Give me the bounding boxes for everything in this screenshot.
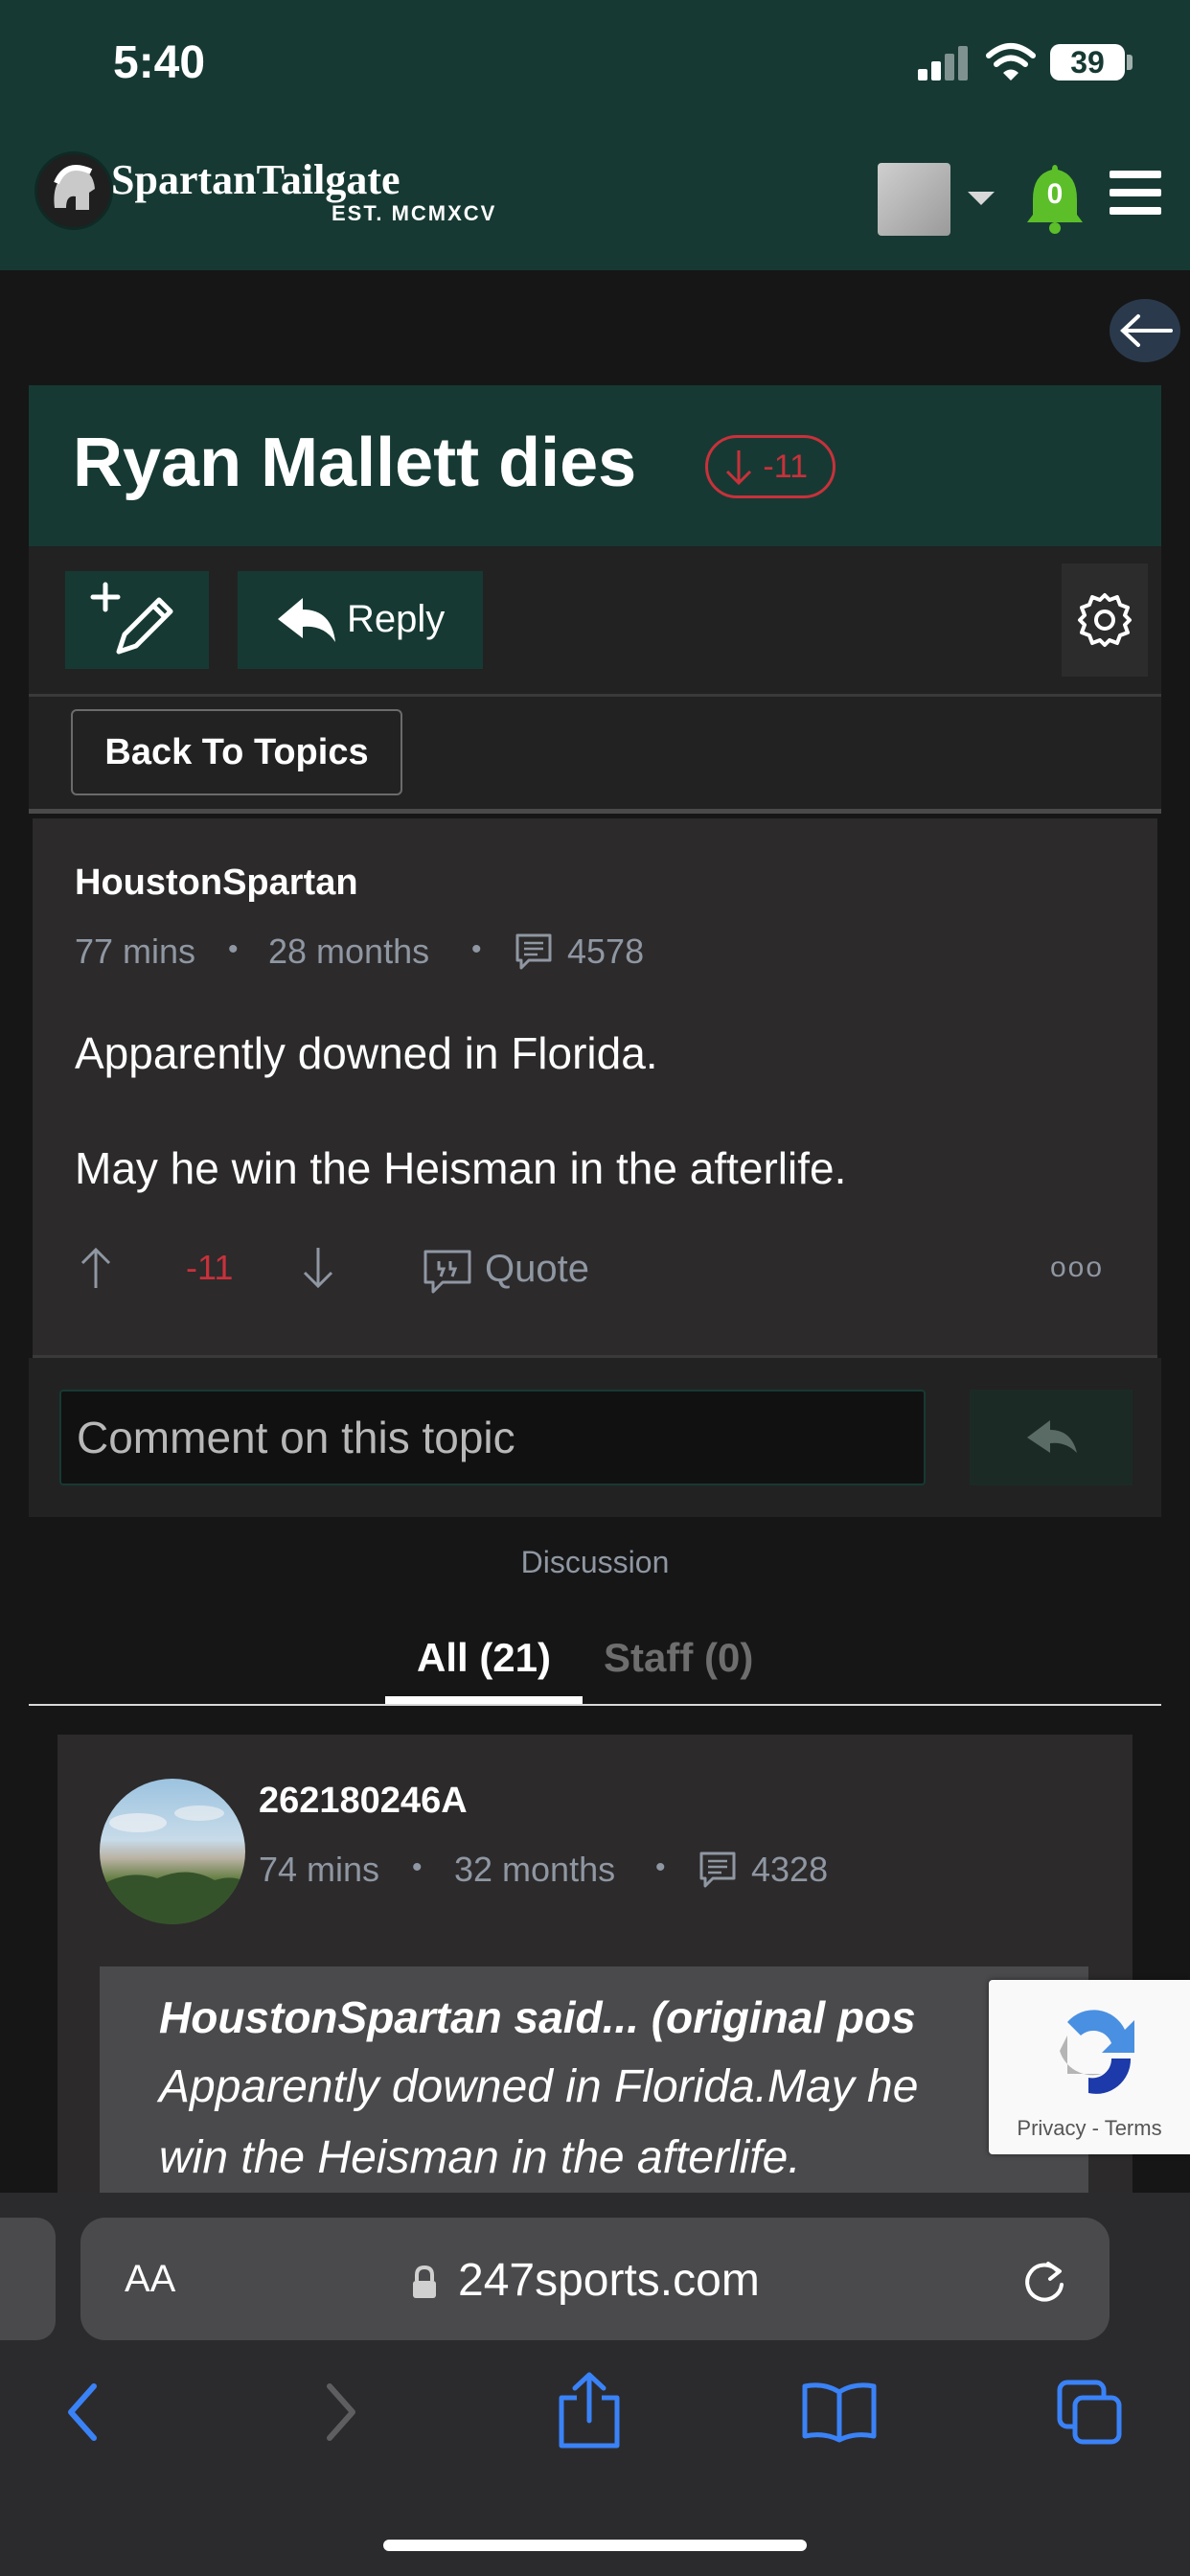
lock-icon [413, 2265, 436, 2298]
post-membership: 28 months [268, 932, 430, 971]
chevron-down-icon[interactable] [968, 192, 995, 205]
meta-separator: • [471, 933, 482, 965]
more-options-icon[interactable]: ooo [1050, 1252, 1104, 1284]
hamburger-icon[interactable] [1110, 171, 1161, 215]
gear-icon [1078, 593, 1132, 647]
tab-staff[interactable]: Staff (0) [604, 1635, 753, 1681]
post-body: May he win the Heisman in the afterlife. [75, 1143, 847, 1193]
page-title: Ryan Mallett dies [73, 425, 637, 501]
post-time: 77 mins [75, 932, 196, 971]
down-arrow-icon [725, 450, 752, 486]
back-chevron-icon[interactable] [59, 2380, 107, 2444]
comment-post-count: 4328 [751, 1850, 829, 1889]
tabs-icon[interactable] [1054, 2377, 1127, 2450]
comment-count-icon [699, 1852, 736, 1888]
recaptcha-icon [1060, 2010, 1134, 2094]
back-to-topics-button[interactable]: Back To Topics [71, 709, 402, 795]
reply-label[interactable]: Reply [347, 598, 445, 641]
upvote-icon[interactable] [77, 1244, 115, 1292]
settings-button[interactable] [1062, 564, 1148, 677]
previous-tab-peek[interactable] [0, 2218, 56, 2340]
avatar[interactable] [878, 163, 950, 236]
reply-icon [278, 598, 335, 642]
downvote-icon[interactable] [299, 1244, 337, 1292]
helmet-logo-icon[interactable] [34, 151, 113, 230]
wifi-icon [986, 43, 1036, 80]
home-indicator [383, 2540, 807, 2551]
quote-icon[interactable] [422, 1248, 473, 1296]
comment-time: 74 mins [259, 1850, 380, 1889]
meta-separator: • [412, 1852, 423, 1883]
site-logo-subtitle: EST. MCMXCV [332, 201, 497, 225]
send-icon [1027, 1420, 1077, 1453]
comment-count-icon [515, 933, 552, 970]
post-score: -11 [186, 1248, 234, 1287]
new-topic-icon [90, 582, 173, 655]
share-icon[interactable] [556, 2371, 623, 2450]
notification-count: 0 [1046, 178, 1064, 210]
site-logo[interactable]: SpartanTailgate [111, 155, 400, 204]
active-tab-indicator [385, 1696, 583, 1704]
privacy-link[interactable]: Privacy [1017, 2116, 1086, 2140]
quote-text: win the Heisman in the afterlife. [159, 2132, 801, 2183]
post-body: Apparently downed in Florida. [75, 1028, 658, 1078]
comment-send-button[interactable] [970, 1390, 1133, 1485]
battery-tip [1127, 55, 1133, 70]
quote-button[interactable]: Quote [485, 1248, 589, 1291]
comment-author[interactable]: 262180246A [259, 1781, 468, 1822]
comment-membership: 32 months [454, 1850, 616, 1889]
bookmarks-icon[interactable] [801, 2380, 878, 2444]
tab-all[interactable]: All (21) [385, 1635, 583, 1681]
comment-input[interactable] [59, 1390, 926, 1485]
signal-icon [918, 46, 968, 80]
reload-icon[interactable] [1019, 2256, 1069, 2306]
recaptcha-links[interactable]: Privacy - Terms [989, 2116, 1190, 2141]
divider [29, 809, 1161, 814]
forward-chevron-icon[interactable] [316, 2380, 364, 2444]
new-topic-button[interactable] [65, 571, 209, 669]
terms-link[interactable]: Terms [1105, 2116, 1162, 2140]
meta-separator: • [655, 1852, 666, 1883]
back-arrow-icon [1120, 314, 1173, 347]
battery-icon: 39 [1050, 44, 1125, 80]
avatar[interactable] [100, 1779, 245, 1924]
quote-text: Apparently downed in Florida.May he [159, 2061, 919, 2112]
discussion-heading: Discussion [520, 1545, 670, 1579]
status-time: 5:40 [113, 37, 206, 88]
back-button[interactable] [1110, 299, 1180, 362]
meta-separator: • [228, 933, 239, 965]
post-author[interactable]: HoustonSpartan [75, 862, 358, 904]
quote-header: HoustonSpartan said... (original pos [159, 1992, 916, 2042]
url-text[interactable]: 247sports.com [458, 2254, 760, 2307]
tabs-divider [29, 1704, 1161, 1706]
reader-options-button[interactable]: AA [125, 2258, 175, 2301]
post-count: 4578 [567, 932, 645, 971]
